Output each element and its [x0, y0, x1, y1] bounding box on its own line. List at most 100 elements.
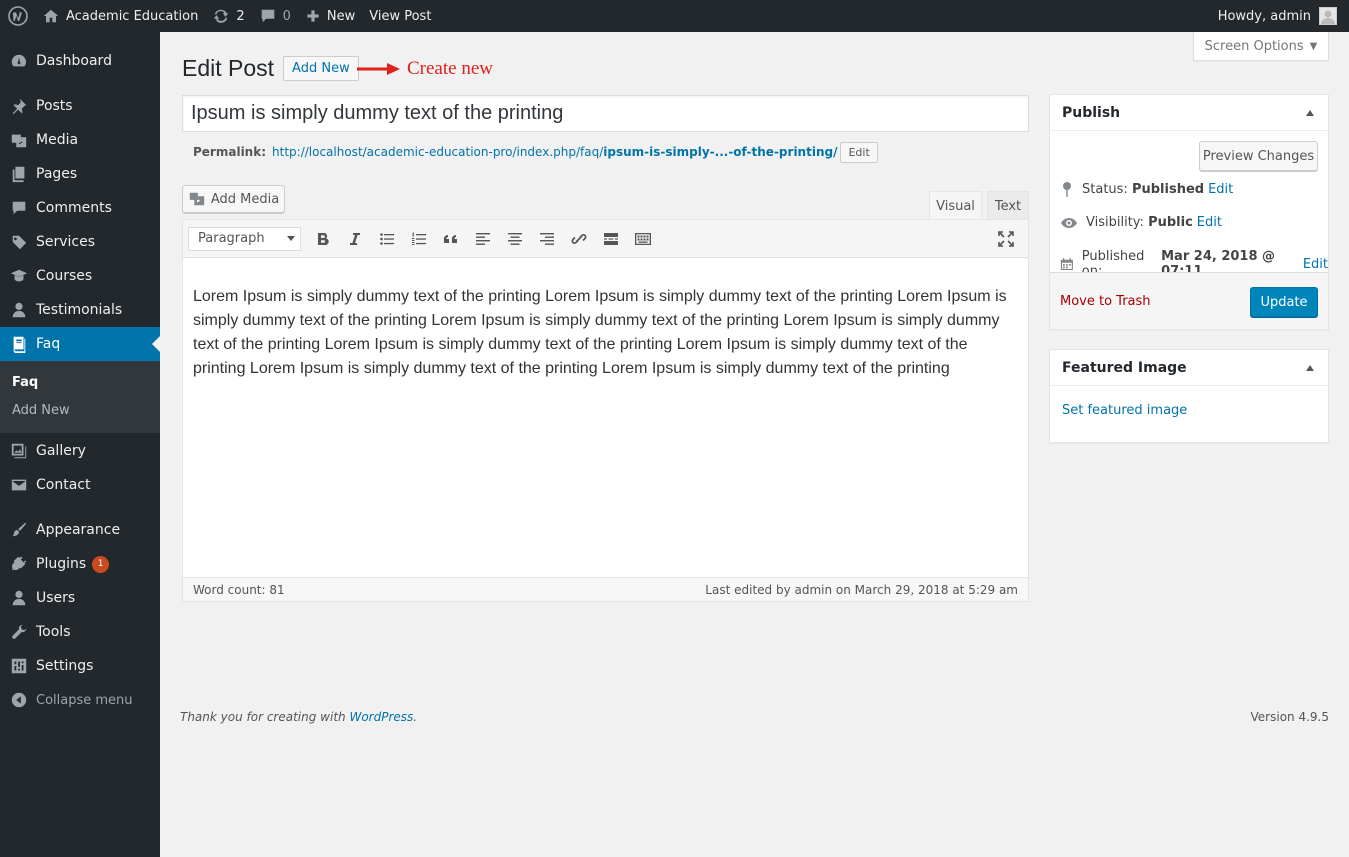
site-name: Academic Education: [66, 8, 199, 24]
insert-link-button[interactable]: [563, 225, 595, 253]
collapse-up-icon[interactable]: [1306, 365, 1314, 371]
view-post-link[interactable]: View Post: [362, 0, 438, 32]
wordpress-logo-link[interactable]: [0, 0, 35, 32]
updates-icon: [214, 9, 229, 23]
sidebar-item-comments[interactable]: Comments: [0, 191, 160, 225]
featured-image-header[interactable]: Featured Image: [1050, 350, 1328, 386]
mail-icon: [11, 479, 27, 491]
tab-text[interactable]: Text: [987, 191, 1029, 220]
keyboard-icon: [635, 232, 651, 245]
last-edited: Last edited by admin on March 29, 2018 a…: [705, 582, 1018, 597]
read-more-icon: [604, 232, 618, 245]
collapse-arrow-icon: [11, 692, 27, 708]
sidebar-item-contact[interactable]: Contact: [0, 468, 160, 502]
updates-link[interactable]: 2: [205, 0, 251, 32]
align-right-icon: [540, 232, 554, 245]
users-icon: [12, 590, 26, 606]
sidebar-item-settings[interactable]: Settings: [0, 649, 160, 683]
toolbar-toggle-button[interactable]: [627, 225, 659, 253]
graduation-cap-icon: [10, 269, 28, 282]
avatar-silhouette-icon: [1321, 10, 1335, 24]
sidebar-item-media[interactable]: Media: [0, 123, 160, 157]
footer-thankyou: Thank you for creating with WordPress.: [180, 710, 418, 724]
admin-sidebar: Dashboard Posts Media Pages Comments Ser…: [0, 32, 160, 857]
move-to-trash-link[interactable]: Move to Trash: [1060, 294, 1151, 309]
screen-options-button[interactable]: Screen Options ▼: [1193, 32, 1329, 61]
comments-count: 0: [282, 8, 291, 24]
sidebar-item-plugins[interactable]: Plugins 1: [0, 547, 160, 581]
featured-image-title: Featured Image: [1062, 359, 1187, 376]
align-left-button[interactable]: [467, 225, 499, 253]
comments-link[interactable]: 0: [252, 0, 298, 32]
brush-icon: [12, 522, 27, 537]
align-right-button[interactable]: [531, 225, 563, 253]
sidebar-item-gallery[interactable]: Gallery: [0, 434, 160, 468]
book-icon: [13, 336, 26, 353]
sidebar-item-tools[interactable]: Tools: [0, 615, 160, 649]
sidebar-item-users[interactable]: Users: [0, 581, 160, 615]
blockquote-button[interactable]: [435, 225, 467, 253]
site-name-link[interactable]: Academic Education: [35, 0, 205, 32]
numbered-list-button[interactable]: [403, 225, 435, 253]
align-center-icon: [508, 232, 522, 245]
sidebar-item-faq[interactable]: Faq: [0, 327, 160, 361]
link-icon: [571, 233, 587, 244]
add-media-button[interactable]: Add Media: [182, 185, 285, 213]
new-content-link[interactable]: New: [298, 0, 362, 32]
howdy-text: Howdy, admin: [1217, 8, 1311, 24]
edit-visibility-link[interactable]: Edit: [1197, 215, 1222, 230]
edit-date-link[interactable]: Edit: [1303, 257, 1328, 272]
publish-box-header[interactable]: Publish: [1050, 95, 1328, 131]
submenu-item-faq[interactable]: Faq: [0, 368, 160, 396]
settings-icon: [11, 658, 27, 674]
align-center-button[interactable]: [499, 225, 531, 253]
update-button[interactable]: Update: [1250, 287, 1318, 317]
bold-button[interactable]: [307, 225, 339, 253]
sidebar-item-dashboard[interactable]: Dashboard: [0, 44, 160, 78]
bold-icon: [318, 232, 329, 245]
pin-icon: [12, 98, 27, 115]
publish-actions: Move to Trash Update: [1050, 272, 1328, 329]
sidebar-item-courses[interactable]: Courses: [0, 259, 160, 293]
italic-button[interactable]: [339, 225, 371, 253]
admin-bar: Academic Education 2 0 New View Post How…: [0, 0, 1349, 32]
preview-changes-button[interactable]: Preview Changes: [1199, 141, 1318, 171]
post-title-input[interactable]: Ipsum is simply dummy text of the printi…: [182, 95, 1029, 132]
pin-icon: [1063, 182, 1071, 197]
edit-status-link[interactable]: Edit: [1208, 182, 1233, 197]
bullet-list-button[interactable]: [371, 225, 403, 253]
account-menu[interactable]: Howdy, admin: [1211, 0, 1349, 32]
sidebar-item-appearance[interactable]: Appearance: [0, 513, 160, 547]
fullscreen-button[interactable]: [990, 225, 1022, 253]
collapse-menu-button[interactable]: Collapse menu: [0, 683, 160, 717]
tag-icon: [11, 235, 27, 250]
sidebar-item-testimonials[interactable]: Testimonials: [0, 293, 160, 327]
wrench-icon: [12, 624, 27, 639]
sidebar-item-services[interactable]: Services: [0, 225, 160, 259]
submenu-item-add-new[interactable]: Add New: [0, 396, 160, 424]
set-featured-image-link[interactable]: Set featured image: [1062, 403, 1187, 418]
sidebar-item-pages[interactable]: Pages: [0, 157, 160, 191]
read-more-button[interactable]: [595, 225, 627, 253]
wordpress-link[interactable]: WordPress: [349, 710, 413, 724]
permalink-label: Permalink:: [193, 145, 267, 159]
pages-icon: [12, 166, 25, 183]
post-visibility: Visibility: Public Edit: [1060, 215, 1222, 230]
editor-toolbar: Paragraph: [183, 220, 1028, 258]
dashboard-icon: [11, 54, 26, 67]
collapse-up-icon[interactable]: [1306, 110, 1314, 116]
tab-visual[interactable]: Visual: [929, 191, 982, 220]
sidebar-item-posts[interactable]: Posts: [0, 89, 160, 123]
annotation-text: Create new: [407, 58, 493, 79]
permalink-link[interactable]: http://localhost/academic-education-pro/…: [272, 145, 837, 159]
page-title: Edit Post: [182, 54, 275, 81]
editor-content[interactable]: Lorem Ipsum is simply dummy text of the …: [183, 258, 1028, 579]
gallery-icon: [11, 443, 27, 459]
wordpress-icon: [8, 6, 28, 26]
add-new-button[interactable]: Add New: [283, 55, 359, 81]
format-select[interactable]: Paragraph: [188, 226, 301, 251]
post-status: Status: Published Edit: [1060, 181, 1233, 197]
eye-icon: [1061, 217, 1077, 228]
numbered-list-icon: [412, 232, 426, 245]
edit-slug-button[interactable]: Edit: [840, 141, 878, 163]
